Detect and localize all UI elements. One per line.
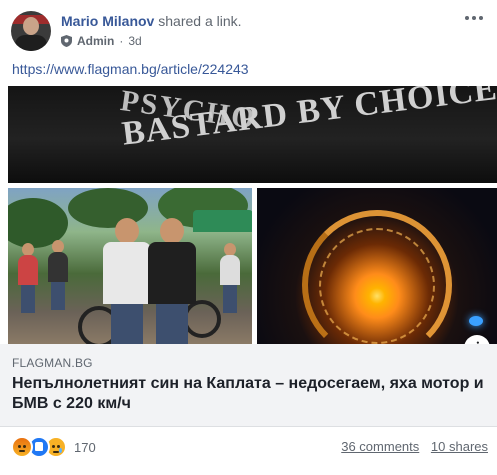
post-timestamp[interactable]: 3d — [128, 34, 141, 48]
shirt-print-photo: PSYCHO BASTARD BY CHOICE — [8, 86, 497, 183]
more-dots-icon — [479, 16, 483, 20]
post-action-text: shared a link. — [158, 13, 242, 29]
speedometer-photo — [257, 188, 497, 344]
angry-icon — [11, 436, 33, 458]
more-dots-icon — [465, 16, 469, 20]
shares-count-link[interactable]: 10 shares — [431, 439, 488, 454]
post-header-line: Mario Milanov shared a link. — [61, 13, 242, 29]
speedometer-scale — [319, 228, 435, 344]
post-meta: Admin · 3d — [61, 34, 142, 48]
more-options-button[interactable] — [460, 8, 488, 28]
avatar-face — [23, 17, 39, 35]
link-image[interactable]: PSYCHO BASTARD BY CHOICE — [0, 86, 497, 344]
shield-icon — [61, 35, 72, 47]
tent-shape — [193, 210, 252, 232]
motorcycle-wheel — [183, 300, 221, 338]
link-domain: FLAGMAN.BG — [12, 356, 93, 370]
reaction-count[interactable]: 170 — [74, 440, 96, 455]
author-name-link[interactable]: Mario Milanov — [61, 13, 154, 29]
motorcycle-rally-photo — [8, 188, 252, 344]
post-url-link[interactable]: https://www.flagman.bg/article/224243 — [12, 61, 249, 77]
engagement-stats: 36 comments 10 shares — [341, 439, 488, 454]
reactions-summary[interactable]: 170 — [11, 436, 96, 458]
link-headline[interactable]: Непълнолетният син на Каплата – недосега… — [12, 374, 487, 414]
meta-separator: · — [119, 34, 124, 48]
comments-count-link[interactable]: 36 comments — [341, 439, 419, 454]
link-preview-card[interactable]: FLAGMAN.BG Непълнолетният син на Каплата… — [0, 344, 497, 427]
avatar-shirt — [15, 35, 47, 51]
more-dots-icon — [472, 16, 476, 20]
feed-post: Mario Milanov shared a link. Admin · 3d … — [0, 0, 497, 475]
role-label: Admin — [77, 34, 115, 48]
author-avatar[interactable] — [11, 11, 51, 51]
indicator-light — [469, 316, 483, 326]
